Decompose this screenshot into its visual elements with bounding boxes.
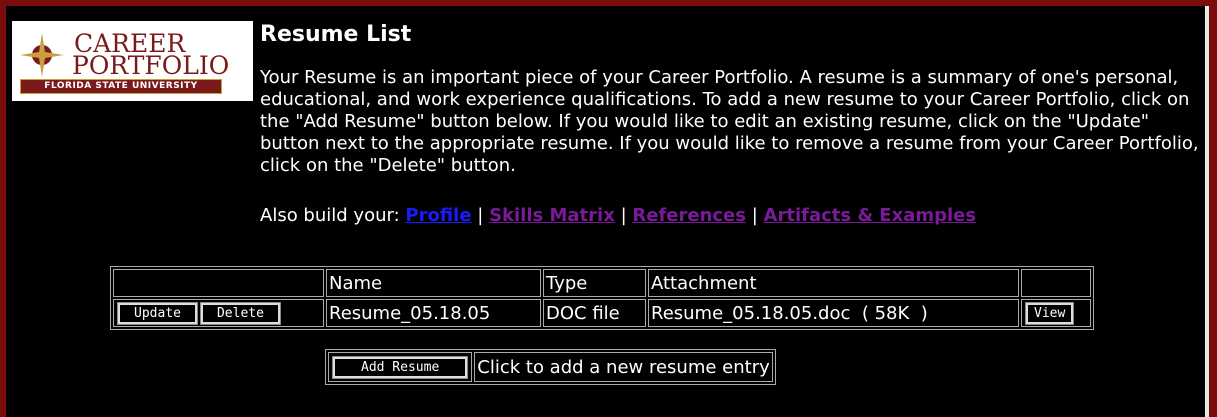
add-resume-table: Add Resume Click to add a new resume ent… — [325, 349, 776, 385]
separator: | — [751, 205, 758, 226]
resume-attachment: Resume_05.18.05.doc ( 58K ) — [648, 299, 1019, 327]
add-button-cell: Add Resume — [328, 352, 473, 382]
page-title: Resume List — [260, 22, 412, 47]
also-build-links: Also build your: Profile | Skills Matrix… — [260, 205, 976, 226]
resume-type: DOC file — [543, 299, 646, 327]
update-button[interactable]: Update — [117, 301, 198, 325]
logo-band: FLORIDA STATE UNIVERSITY — [20, 79, 222, 94]
delete-button[interactable]: Delete — [199, 301, 281, 325]
also-label: Also build your: — [260, 205, 400, 226]
type-header: Type — [543, 269, 646, 297]
resume-table: Name Type Attachment Update Delete Resume… — [110, 266, 1094, 330]
separator: | — [620, 205, 627, 226]
attachment-header: Attachment — [648, 269, 1019, 297]
actions-cell: Update Delete — [113, 299, 324, 327]
compass-star-icon — [20, 33, 64, 77]
separator: | — [477, 205, 484, 226]
name-header: Name — [326, 269, 541, 297]
actions-header — [113, 269, 324, 297]
logo-line2: PORTFOLIO — [72, 51, 230, 80]
add-hint: Click to add a new resume entry — [474, 352, 773, 382]
table-header-row: Name Type Attachment — [113, 269, 1091, 297]
career-portfolio-logo: CAREER PORTFOLIO FLORIDA STATE UNIVERSIT… — [12, 21, 253, 101]
add-row: Add Resume Click to add a new resume ent… — [328, 352, 773, 382]
view-header — [1021, 269, 1091, 297]
view-button[interactable]: View — [1024, 301, 1075, 325]
add-resume-button[interactable]: Add Resume — [331, 355, 469, 379]
artifacts-link[interactable]: Artifacts & Examples — [764, 205, 977, 226]
page-frame: CAREER PORTFOLIO FLORIDA STATE UNIVERSIT… — [6, 6, 1209, 417]
resume-name: Resume_05.18.05 — [326, 299, 541, 327]
references-link[interactable]: References — [632, 205, 746, 226]
skills-matrix-link[interactable]: Skills Matrix — [489, 205, 615, 226]
intro-text: Your Resume is an important piece of you… — [260, 67, 1199, 176]
profile-link[interactable]: Profile — [405, 205, 471, 226]
table-row: Update Delete Resume_05.18.05 DOC file Re… — [113, 299, 1091, 327]
view-cell: View — [1021, 299, 1091, 327]
